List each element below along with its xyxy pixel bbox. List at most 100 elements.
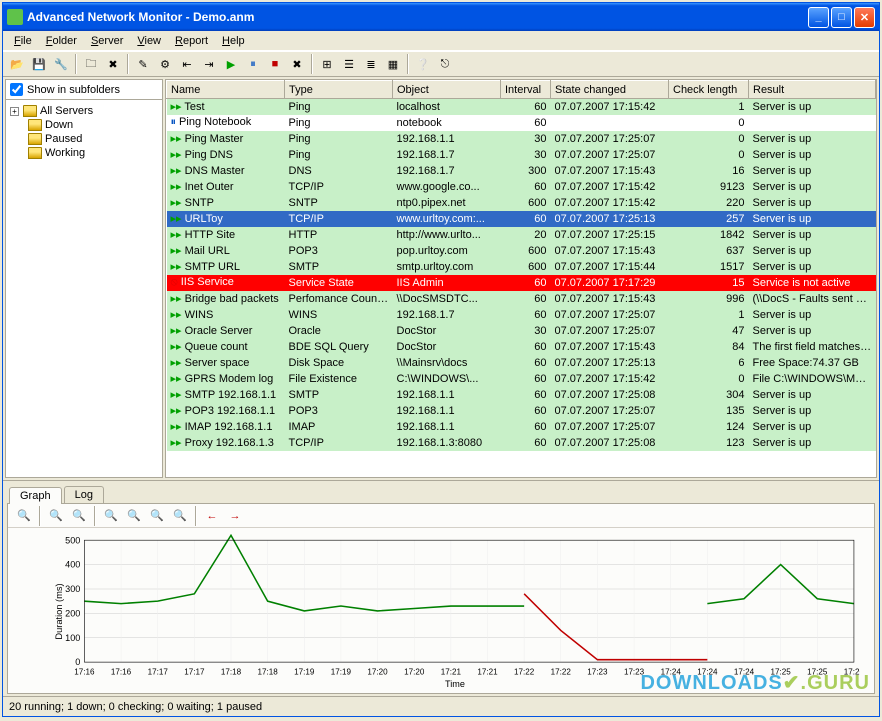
- edit-icon[interactable]: ✎: [133, 54, 153, 74]
- menu-report[interactable]: Report: [168, 33, 215, 49]
- table-row[interactable]: ⦸ IIS ServiceService StateIIS Admin6007.…: [167, 275, 876, 291]
- zoom-y-out-icon[interactable]: 🔍: [147, 506, 167, 526]
- scroll-right-icon[interactable]: →: [225, 506, 245, 526]
- content-area: Show in subfolders +All ServersDownPause…: [3, 77, 879, 480]
- tab-log[interactable]: Log: [64, 486, 104, 503]
- scroll-left-icon[interactable]: ←: [202, 506, 222, 526]
- menu-help[interactable]: Help: [215, 33, 252, 49]
- play-icon: ▸▸: [171, 133, 182, 145]
- tab-graph[interactable]: Graph: [9, 487, 62, 504]
- wrench-icon[interactable]: 🔧: [51, 54, 71, 74]
- duration-chart[interactable]: 010020030040050017:1617:1617:1717:1717:1…: [8, 528, 874, 693]
- zoom-select-icon[interactable]: 🔍: [14, 506, 34, 526]
- delete-icon[interactable]: ✖: [103, 54, 123, 74]
- grid-header-row: NameTypeObjectIntervalState changedCheck…: [167, 81, 876, 99]
- svg-text:17:21: 17:21: [477, 667, 498, 676]
- table-row[interactable]: ▸▸ DNS MasterDNS192.168.1.730007.07.2007…: [167, 163, 876, 179]
- remove-icon[interactable]: ✖: [287, 54, 307, 74]
- table-row[interactable]: ▸▸ Bridge bad packetsPerfomance Counter\…: [167, 291, 876, 307]
- menu-folder[interactable]: Folder: [39, 33, 84, 49]
- zoom-x-out-icon[interactable]: 🔍: [101, 506, 121, 526]
- table-row[interactable]: ▸▸ TestPinglocalhost6007.07.2007 17:15:4…: [167, 99, 876, 115]
- svg-text:17:20: 17:20: [367, 667, 388, 676]
- zoom-out-icon[interactable]: 🔍: [46, 506, 66, 526]
- zoom-x-in-icon[interactable]: 🔍: [124, 506, 144, 526]
- col-result[interactable]: Result: [749, 81, 876, 99]
- table-row[interactable]: ▸▸ HTTP SiteHTTPhttp://www.urlto...2007.…: [167, 227, 876, 243]
- view-grid-icon[interactable]: ▦: [383, 54, 403, 74]
- view-large-icon[interactable]: ⊞: [317, 54, 337, 74]
- help-icon[interactable]: ❔: [413, 54, 433, 74]
- subfolders-checkbox[interactable]: [10, 83, 23, 96]
- play-icon: ▸▸: [171, 309, 182, 321]
- table-row[interactable]: ▸▸ Ping MasterPing192.168.1.13007.07.200…: [167, 131, 876, 147]
- menu-server[interactable]: Server: [84, 33, 130, 49]
- move-left-icon[interactable]: ⇤: [177, 54, 197, 74]
- play-icon: ▸▸: [171, 373, 182, 385]
- toolbar: 📂 💾 🔧 🗀 ✖ ✎ ⚙ ⇤ ⇥ ▶ ⏸ ■ ✖ ⊞ ☰ ≣ ▦ ❔ ⎋: [3, 51, 879, 77]
- maximize-button[interactable]: □: [831, 7, 852, 28]
- play-icon[interactable]: ▶: [221, 54, 241, 74]
- col-name[interactable]: Name: [167, 81, 285, 99]
- table-row[interactable]: ▸▸ IMAP 192.168.1.1IMAP192.168.1.16007.0…: [167, 419, 876, 435]
- view-list-icon[interactable]: ☰: [339, 54, 359, 74]
- play-icon: ▸▸: [171, 245, 182, 257]
- svg-text:Time: Time: [445, 679, 465, 689]
- open-icon[interactable]: 📂: [7, 54, 27, 74]
- server-grid[interactable]: NameTypeObjectIntervalState changedCheck…: [165, 79, 877, 478]
- play-icon: ▸▸: [171, 149, 182, 161]
- menu-file[interactable]: File: [7, 33, 39, 49]
- move-right-icon[interactable]: ⇥: [199, 54, 219, 74]
- col-check-length[interactable]: Check length: [669, 81, 749, 99]
- stop-icon[interactable]: ■: [265, 54, 285, 74]
- svg-text:17:16: 17:16: [111, 667, 132, 676]
- table-row[interactable]: ▸▸ SMTP 192.168.1.1SMTP192.168.1.16007.0…: [167, 387, 876, 403]
- zoom-in-icon[interactable]: 🔍: [69, 506, 89, 526]
- zoom-y-in-icon[interactable]: 🔍: [170, 506, 190, 526]
- save-icon[interactable]: 💾: [29, 54, 49, 74]
- table-row[interactable]: ▸▸ SNTPSNTPntp0.pipex.net60007.07.2007 1…: [167, 195, 876, 211]
- svg-text:17:21: 17:21: [441, 667, 462, 676]
- view-detail-icon[interactable]: ≣: [361, 54, 381, 74]
- table-row[interactable]: ▸▸ Ping DNSPing192.168.1.73007.07.2007 1…: [167, 147, 876, 163]
- exit-icon[interactable]: ⎋: [435, 54, 455, 74]
- subfolders-checkbox-row[interactable]: Show in subfolders: [6, 80, 162, 100]
- play-icon: ▸▸: [171, 165, 182, 177]
- table-row[interactable]: ▸▸ SMTP URLSMTPsmtp.urltoy.com60007.07.2…: [167, 259, 876, 275]
- expand-icon[interactable]: +: [10, 107, 19, 116]
- svg-text:17:24: 17:24: [734, 667, 755, 676]
- tree-item-working[interactable]: Working: [10, 146, 158, 160]
- table-row[interactable]: ▸▸ URLToyTCP/IPwww.urltoy.com:...6007.07…: [167, 211, 876, 227]
- tree-item-all-servers[interactable]: +All Servers: [10, 104, 158, 118]
- table-row[interactable]: ▸▸ Server spaceDisk Space\\Mainsrv\docs6…: [167, 355, 876, 371]
- minimize-button[interactable]: _: [808, 7, 829, 28]
- app-window: Advanced Network Monitor - Demo.anm _ □ …: [2, 2, 880, 717]
- table-row[interactable]: ▸▸ POP3 192.168.1.1POP3192.168.1.16007.0…: [167, 403, 876, 419]
- col-state-changed[interactable]: State changed: [551, 81, 669, 99]
- table-row[interactable]: ▸▸ Queue countBDE SQL QueryDocStor6007.0…: [167, 339, 876, 355]
- table-row[interactable]: ▸▸ GPRS Modem logFile ExistenceC:\WINDOW…: [167, 371, 876, 387]
- table-row[interactable]: ▸▸ Mail URLPOP3pop.urltoy.com60007.07.20…: [167, 243, 876, 259]
- pause-icon: ⏸: [171, 116, 177, 128]
- tree-item-down[interactable]: Down: [10, 118, 158, 132]
- svg-text:400: 400: [65, 560, 80, 570]
- table-row[interactable]: ▸▸ Inet OuterTCP/IPwww.google.co...6007.…: [167, 179, 876, 195]
- config-icon[interactable]: ⚙: [155, 54, 175, 74]
- tree-item-paused[interactable]: Paused: [10, 132, 158, 146]
- pause-icon[interactable]: ⏸: [243, 54, 263, 74]
- svg-text:0: 0: [75, 657, 80, 667]
- table-row[interactable]: ▸▸ WINSWINS192.168.1.76007.07.2007 17:25…: [167, 307, 876, 323]
- menu-view[interactable]: View: [130, 33, 168, 49]
- titlebar[interactable]: Advanced Network Monitor - Demo.anm _ □ …: [3, 3, 879, 31]
- new-folder-icon[interactable]: 🗀: [81, 54, 101, 74]
- folder-icon: [28, 147, 42, 159]
- table-row[interactable]: ▸▸ Oracle ServerOracleDocStor3007.07.200…: [167, 323, 876, 339]
- col-type[interactable]: Type: [285, 81, 393, 99]
- close-button[interactable]: ✕: [854, 7, 875, 28]
- table-row[interactable]: ⏸ Ping NotebookPingnotebook600: [167, 115, 876, 131]
- col-interval[interactable]: Interval: [501, 81, 551, 99]
- col-object[interactable]: Object: [393, 81, 501, 99]
- table-row[interactable]: ▸▸ Proxy 192.168.1.3TCP/IP192.168.1.3:80…: [167, 435, 876, 451]
- svg-text:17:26: 17:26: [844, 667, 860, 676]
- play-icon: ▸▸: [171, 421, 182, 433]
